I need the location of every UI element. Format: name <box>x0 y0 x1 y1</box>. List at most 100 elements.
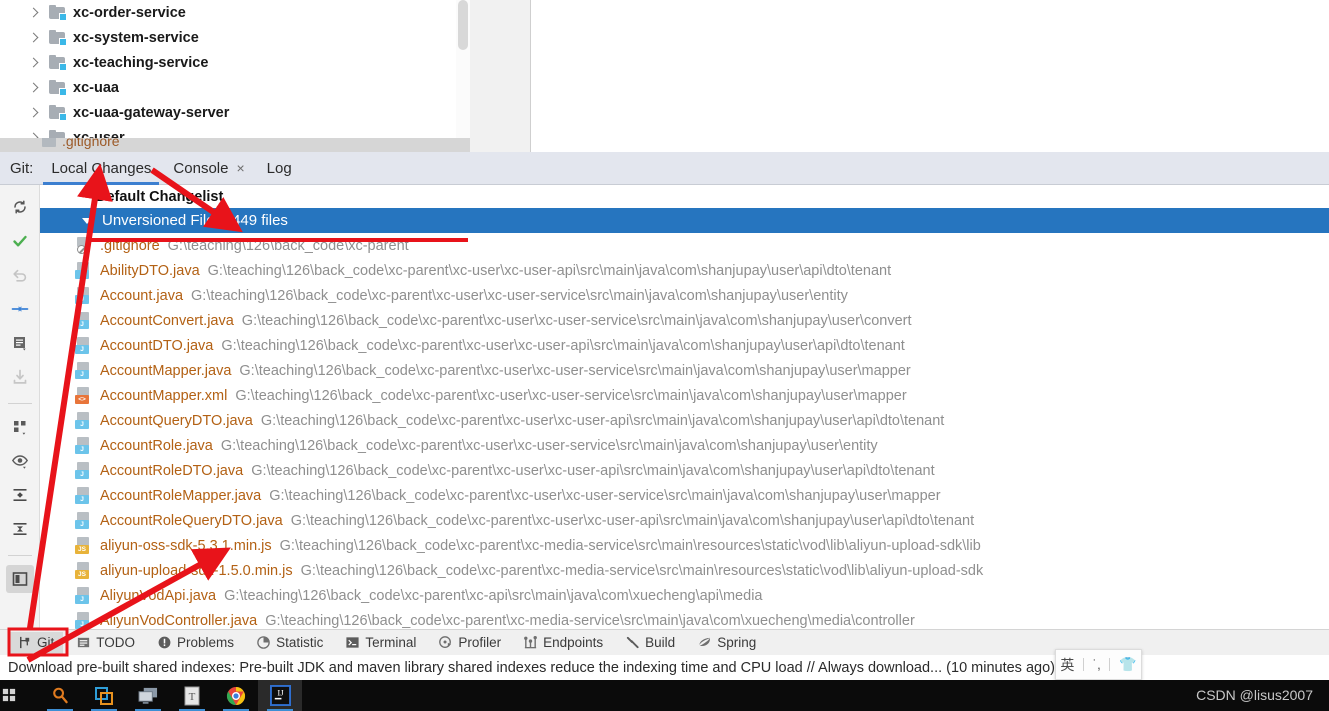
scrollbar-thumb[interactable] <box>458 0 468 50</box>
toggle-preview-panel-icon[interactable] <box>5 565 34 593</box>
tool-window-button-todo[interactable]: TODO <box>67 632 144 654</box>
ime-punctuation-icon[interactable]: ˙, <box>1093 657 1101 672</box>
tool-window-button-profiler[interactable]: Profiler <box>429 632 510 654</box>
idea-window: xc-order-service xc-system-service xc-te… <box>0 0 1329 711</box>
local-changes-list[interactable]: Default Changelist Unversioned Files 449… <box>40 185 1329 629</box>
file-row[interactable]: J AliyunVodApi.java G:\teaching\126\back… <box>40 583 1329 608</box>
tool-window-button-endpoints[interactable]: Endpoints <box>514 632 612 654</box>
file-row[interactable]: J AccountMapper.java G:\teaching\126\bac… <box>40 358 1329 383</box>
chevron-down-icon[interactable] <box>82 217 92 224</box>
file-name: AccountMapper.xml <box>100 387 228 404</box>
clipped-tree-row: .gitignore <box>0 138 470 152</box>
file-name: aliyun-oss-sdk-5.3.1.min.js <box>100 537 272 554</box>
module-folder-icon <box>49 79 67 96</box>
tool-window-button-endpoints-label: Endpoints <box>543 635 604 650</box>
ime-skin-icon[interactable]: 👕 <box>1119 656 1136 673</box>
todo-list-icon <box>76 635 91 650</box>
file-path: G:\teaching\126\back_code\xc-parent\xc-u… <box>290 512 975 529</box>
unversioned-count: 449 files <box>232 212 288 229</box>
project-tree-panel[interactable]: xc-order-service xc-system-service xc-te… <box>0 0 456 152</box>
clipped-row-label: .gitignore <box>62 138 120 149</box>
chevron-right-icon[interactable] <box>28 57 39 68</box>
java-file-icon: J <box>75 462 93 479</box>
git-actions-toolbar <box>0 185 40 629</box>
intellij-idea-icon[interactable]: IJ <box>258 680 302 711</box>
tree-item[interactable]: xc-system-service <box>0 25 456 50</box>
file-row[interactable]: J AbilityDTO.java G:\teaching\126\back_c… <box>40 258 1329 283</box>
tool-window-button-statistic[interactable]: Statistic <box>247 632 332 654</box>
tree-item[interactable]: xc-uaa-gateway-server <box>0 100 456 125</box>
java-file-icon: J <box>75 312 93 329</box>
move-to-changelist-icon <box>6 363 34 391</box>
status-bar-message[interactable]: Download pre-built shared indexes: Pre-b… <box>8 660 1055 676</box>
tab-console[interactable]: Console × <box>173 152 244 185</box>
expand-all-icon[interactable] <box>6 481 34 509</box>
close-icon[interactable]: × <box>236 160 244 176</box>
collapse-all-icon[interactable] <box>6 515 34 543</box>
remote-desktop-icon[interactable] <box>126 680 170 711</box>
file-row[interactable]: J AccountRole.java G:\teaching\126\back_… <box>40 433 1329 458</box>
file-row[interactable]: J AccountRoleQueryDTO.java G:\teaching\1… <box>40 508 1329 533</box>
java-file-icon: J <box>75 512 93 529</box>
start-button[interactable] <box>0 680 38 711</box>
module-folder-icon <box>49 54 67 71</box>
tool-window-button-profiler-label: Profiler <box>458 635 502 650</box>
git-body: Default Changelist Unversioned Files 449… <box>0 185 1329 629</box>
file-name: AccountRoleQueryDTO.java <box>100 512 283 529</box>
show-diff-icon[interactable] <box>6 295 34 323</box>
unversioned-label: Unversioned Files <box>102 212 223 229</box>
tool-window-button-terminal[interactable]: Terminal <box>336 632 425 654</box>
tree-item[interactable]: xc-uaa <box>0 75 456 100</box>
ime-mode-label[interactable]: 英 <box>1060 655 1074 675</box>
chevron-right-icon[interactable] <box>28 7 39 18</box>
typora-icon[interactable]: T <box>170 680 214 711</box>
chevron-right-icon[interactable] <box>28 107 39 118</box>
chrome-icon[interactable] <box>214 680 258 711</box>
gitignore-file-icon <box>75 237 93 254</box>
file-row[interactable]: J AccountRoleDTO.java G:\teaching\126\ba… <box>40 458 1329 483</box>
chevron-right-icon[interactable] <box>28 82 39 93</box>
group-by-icon[interactable] <box>6 413 34 441</box>
problems-warning-icon <box>157 635 172 650</box>
rollback-icon <box>6 261 34 289</box>
search-icon[interactable] <box>38 680 82 711</box>
file-row[interactable]: JS aliyun-upload-sdk-1.5.0.min.js G:\tea… <box>40 558 1329 583</box>
tree-item[interactable]: xc-teaching-service <box>0 50 456 75</box>
tool-window-button-build[interactable]: Build <box>616 632 684 654</box>
changelist-default[interactable]: Default Changelist <box>40 185 1329 208</box>
changelist-unversioned[interactable]: Unversioned Files 449 files <box>40 208 1329 233</box>
refresh-icon[interactable] <box>6 193 34 221</box>
preview-eye-icon[interactable] <box>6 447 34 475</box>
chevron-right-icon[interactable] <box>28 32 39 43</box>
editor-right-blank <box>531 0 1329 152</box>
file-row[interactable]: J AccountDTO.java G:\teaching\126\back_c… <box>40 333 1329 358</box>
file-row[interactable]: JS aliyun-oss-sdk-5.3.1.min.js G:\teachi… <box>40 533 1329 558</box>
file-row[interactable]: J AliyunVodController.java G:\teaching\1… <box>40 608 1329 629</box>
file-row[interactable]: J Account.java G:\teaching\126\back_code… <box>40 283 1329 308</box>
file-name: AliyunVodApi.java <box>100 587 217 604</box>
file-name: AccountConvert.java <box>100 312 234 329</box>
commit-check-icon[interactable] <box>6 227 34 255</box>
vmware-icon[interactable] <box>82 680 126 711</box>
tree-item[interactable]: xc-order-service <box>0 0 456 25</box>
tool-window-button-git[interactable]: Git <box>8 631 64 654</box>
file-path: G:\teaching\126\back_code\xc-parent\xc-u… <box>207 262 892 279</box>
ime-indicator[interactable]: 英 ˙, 👕 <box>1055 649 1142 680</box>
tool-window-button-problems[interactable]: Problems <box>148 632 243 654</box>
file-path: G:\teaching\126\back_code\xc-parent <box>167 237 409 254</box>
file-row[interactable]: J AccountQueryDTO.java G:\teaching\126\b… <box>40 408 1329 433</box>
tool-window-button-spring[interactable]: Spring <box>688 632 765 654</box>
file-path: G:\teaching\126\back_code\xc-parent\xc-a… <box>224 587 763 604</box>
file-path: G:\teaching\126\back_code\xc-parent\xc-u… <box>251 462 935 479</box>
file-row[interactable]: .gitignore G:\teaching\126\back_code\xc-… <box>40 233 1329 258</box>
ime-separator <box>1109 658 1111 671</box>
file-row[interactable]: J AccountConvert.java G:\teaching\126\ba… <box>40 308 1329 333</box>
tab-local-changes[interactable]: Local Changes <box>43 152 160 185</box>
file-row[interactable]: J AccountRoleMapper.java G:\teaching\126… <box>40 483 1329 508</box>
project-tree-scrollbar[interactable] <box>456 0 470 152</box>
edit-changelist-icon[interactable] <box>6 329 34 357</box>
tab-log[interactable]: Log <box>267 152 292 185</box>
file-name: AccountDTO.java <box>100 337 214 354</box>
file-row[interactable]: <> AccountMapper.xml G:\teaching\126\bac… <box>40 383 1329 408</box>
gitignore-file-icon <box>42 138 56 147</box>
